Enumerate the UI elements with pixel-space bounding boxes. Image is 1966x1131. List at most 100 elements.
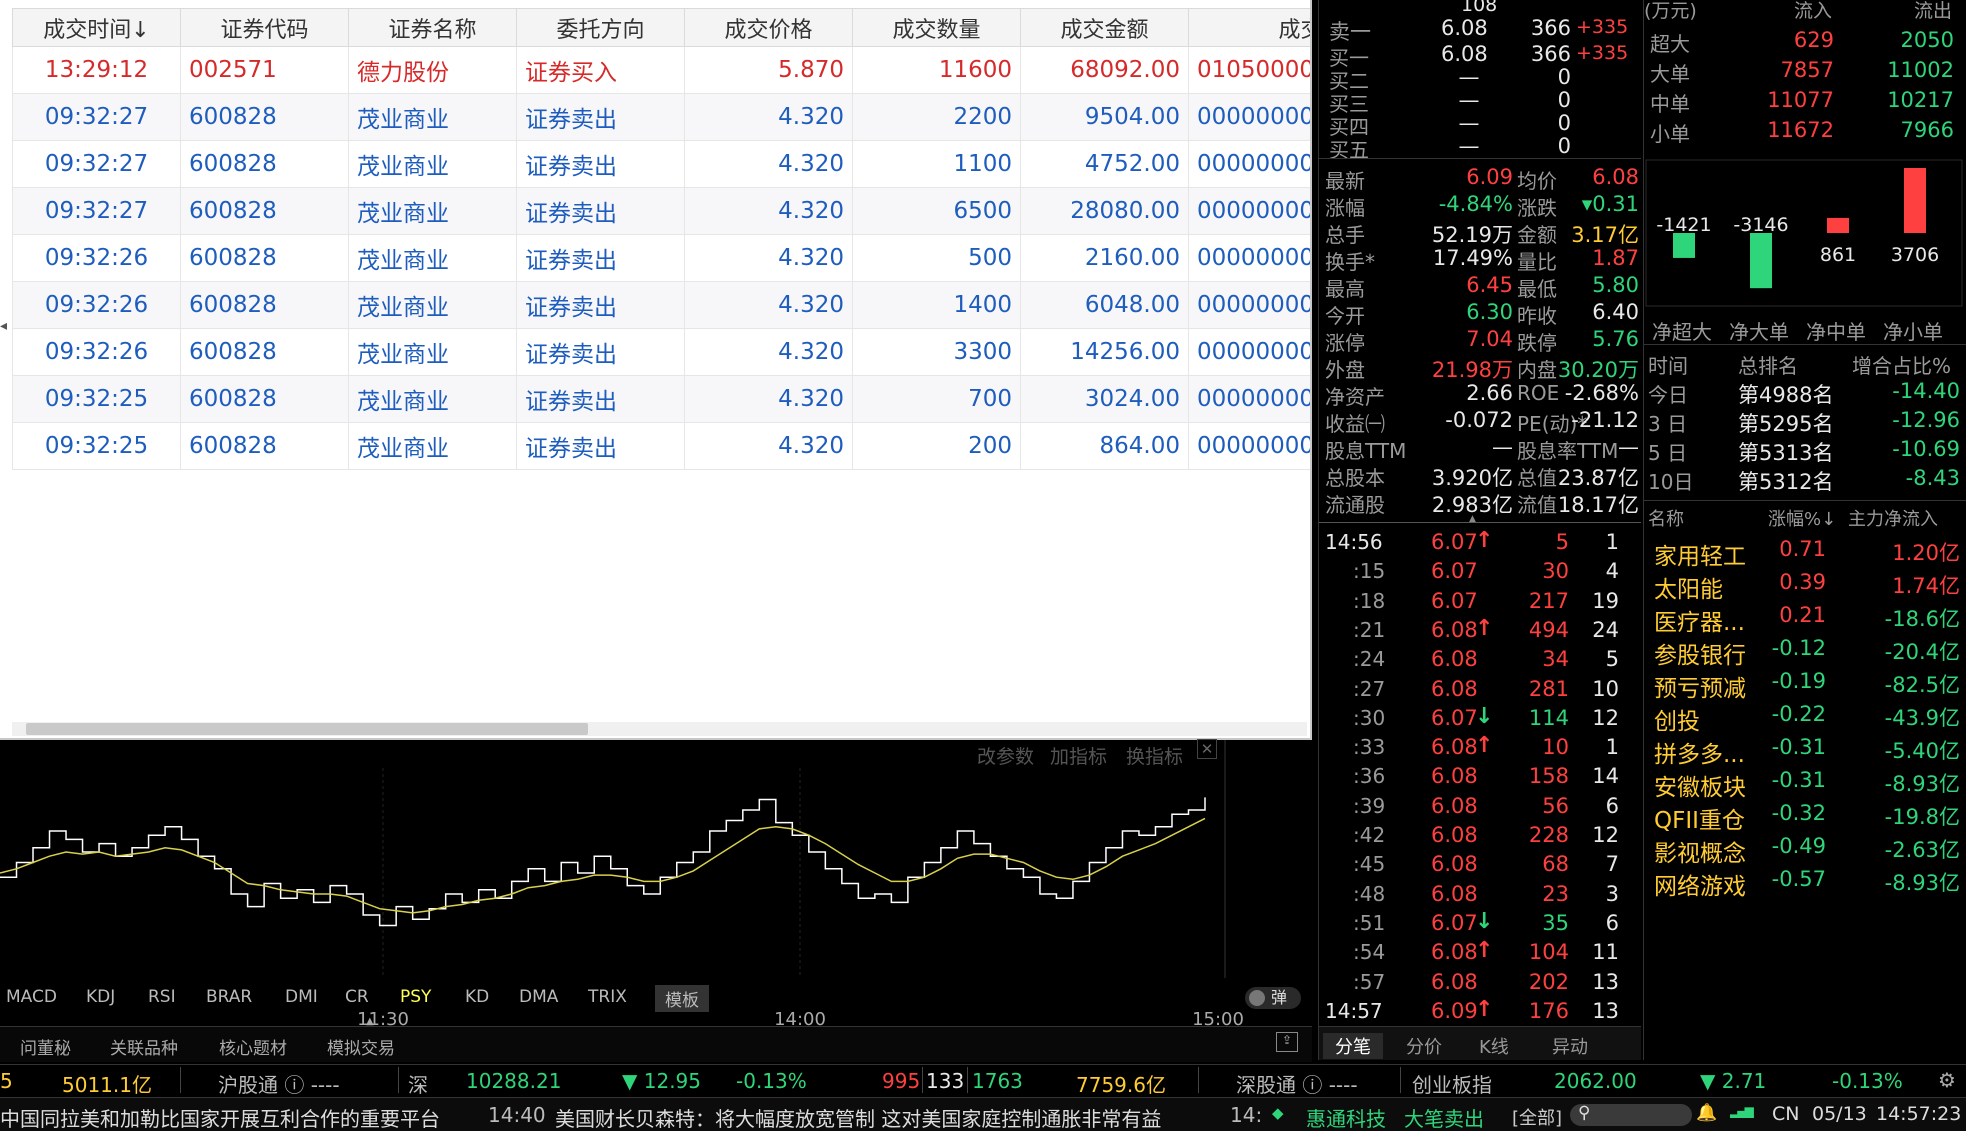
column-header[interactable]: 成交金额 xyxy=(1020,8,1189,47)
sector-name[interactable]: 预亏预减 xyxy=(1654,669,1746,702)
column-header[interactable]: 成交时间↓ xyxy=(12,8,181,47)
add-indicator-button[interactable]: 加指标 xyxy=(1050,742,1107,769)
quote-tab[interactable]: 分价 xyxy=(1406,1033,1442,1059)
cell-id: 00000000 xyxy=(1188,328,1310,376)
filter-select[interactable]: [全部] xyxy=(1512,1104,1562,1130)
tab-dmi[interactable]: DMI xyxy=(285,987,318,1007)
table-row[interactable]: 09:32:26 600828 茂业商业 证券卖出 4.320 500 2160.00 000… xyxy=(12,234,1310,282)
news-item[interactable]: 中国同拉美和加勒比国家开展互利合作的重要平台 xyxy=(0,1103,440,1131)
sector-name[interactable]: 影视概念 xyxy=(1654,834,1746,867)
table-row[interactable]: 09:32:25 600828 茂业商业 证券卖出 4.320 200 864.00 0000… xyxy=(12,422,1310,470)
sector-name[interactable]: 拼多多... xyxy=(1654,735,1745,768)
indicator-tabs: MACD KDJ RSI BRAR DMI CR PSY KD DMA TRIX 模板 弹 xyxy=(0,985,1312,1015)
flow-out-header: 流出 xyxy=(1914,0,1953,22)
cell-time: 09:32:26 xyxy=(12,281,181,329)
tick-price: 6.08 xyxy=(1431,793,1478,818)
sector-change: -0.12 xyxy=(1771,636,1826,660)
export-icon[interactable]: ⇪ xyxy=(1276,1032,1298,1052)
tab-dma[interactable]: DMA xyxy=(519,987,558,1007)
tick-price: 6.08 xyxy=(1431,852,1478,877)
news-item[interactable]: 美国财长贝森特：将大幅度放宽管制 这对美国家庭控制通胀非常有益 xyxy=(555,1103,1161,1131)
sector-name[interactable]: 安徽板块 xyxy=(1654,768,1746,801)
column-header[interactable]: 证券代码 xyxy=(180,8,349,47)
column-header[interactable]: 证券名称 xyxy=(348,8,517,47)
gear-icon[interactable]: ⚙ xyxy=(1938,1068,1956,1092)
tab-kdj[interactable]: KDJ xyxy=(86,987,115,1007)
scrollbar-thumb[interactable] xyxy=(26,723,588,735)
tick-time: :33 xyxy=(1353,735,1386,760)
tick-time: :39 xyxy=(1353,793,1386,818)
net-flow-bar xyxy=(1750,233,1772,289)
table-row[interactable]: 09:32:27 600828 茂业商业 证券卖出 4.320 2200 9504.00 00… xyxy=(12,93,1310,141)
tab-simulated-trading[interactable]: 模拟交易 xyxy=(327,1034,395,1059)
sector-flow: -20.4亿 xyxy=(1884,640,1960,664)
sector-name[interactable]: 参股银行 xyxy=(1654,636,1746,669)
table-row[interactable]: 09:32:26 600828 茂业商业 证券卖出 4.320 3300 14256.00 0… xyxy=(12,328,1310,376)
divider xyxy=(1644,344,1966,345)
tick-volume: 56 xyxy=(1542,793,1569,818)
popup-toggle[interactable]: 弹 xyxy=(1245,987,1301,1009)
divider xyxy=(1319,158,1641,159)
close-icon[interactable]: ✕ xyxy=(1197,739,1217,759)
rank-position: 第4988名 xyxy=(1738,383,1834,407)
tab-cr[interactable]: CR xyxy=(345,987,369,1007)
cell-price: 5.870 xyxy=(684,46,853,94)
tab-brar[interactable]: BRAR xyxy=(206,987,252,1007)
table-row[interactable]: 09:32:25 600828 茂业商业 证券卖出 4.320 700 3024.00 000… xyxy=(12,375,1310,423)
quote-tab[interactable]: 异动 xyxy=(1552,1033,1588,1059)
switch-indicator-button[interactable]: 换指标 xyxy=(1126,742,1183,769)
tab-related-products[interactable]: 关联品种 xyxy=(110,1034,178,1059)
sector-change: -0.22 xyxy=(1771,702,1826,726)
tick-time: :18 xyxy=(1353,588,1386,613)
cell-time: 09:32:26 xyxy=(12,328,181,376)
indicator-panel: 11:30 14:00 15:00 xyxy=(0,740,1312,1070)
stat-value: -21.12 xyxy=(1571,408,1639,432)
ticker-a11: 深股通 ⓘ ---- xyxy=(1236,1073,1358,1097)
change-params-button[interactable]: 改参数 xyxy=(977,742,1034,769)
cell-price: 4.320 xyxy=(684,422,853,470)
tab-kd[interactable]: KD xyxy=(465,987,489,1007)
tab-rsi[interactable]: RSI xyxy=(148,987,176,1007)
cell-name: 茂业商业 xyxy=(348,140,517,188)
bell-icon[interactable]: 🔔 xyxy=(1696,1103,1717,1123)
sector-name[interactable]: 网络游戏 xyxy=(1654,867,1746,900)
cell-qty: 11600 xyxy=(852,46,1021,94)
quote-tab[interactable]: K线 xyxy=(1479,1033,1509,1059)
alert-stock[interactable]: 惠通科技 xyxy=(1306,1103,1386,1131)
column-header[interactable]: 成交数量 xyxy=(852,8,1021,47)
sector-name[interactable]: 家用轻工 xyxy=(1654,537,1746,570)
stat-label: 最新 xyxy=(1325,169,1365,193)
table-row[interactable]: 09:32:26 600828 茂业商业 证券卖出 4.320 1400 6048.00 00… xyxy=(12,281,1310,329)
sector-name[interactable]: 创投 xyxy=(1654,702,1700,735)
column-header[interactable]: 成交价格 xyxy=(684,8,853,47)
ticker-a13: 2062.00 xyxy=(1554,1069,1637,1093)
stat-value: 6.09 xyxy=(1466,165,1513,189)
column-header[interactable]: 委托方向 xyxy=(516,8,685,47)
trade-history-table: 成交时间↓证券代码证券名称委托方向成交价格成交数量成交金额成交 13:29:12… xyxy=(12,8,1310,470)
cell-qty: 1400 xyxy=(852,281,1021,329)
table-row[interactable]: 09:32:27 600828 茂业商业 证券卖出 4.320 1100 4752.00 00… xyxy=(12,140,1310,188)
quote-tab[interactable]: 分笔 xyxy=(1323,1033,1383,1059)
tab-core-topics[interactable]: 核心题材 xyxy=(219,1034,287,1059)
collapse-arrow-icon[interactable]: ◂ xyxy=(0,318,8,348)
tick-price: 6.07 xyxy=(1431,530,1478,554)
table-row[interactable]: 13:29:12 002571 德力股份 证券买入 5.870 11600 68092.00… xyxy=(12,46,1310,94)
sector-name[interactable]: 医疗器... xyxy=(1654,603,1745,636)
cell-price: 4.320 xyxy=(684,93,853,141)
sector-name[interactable]: 太阳能 xyxy=(1654,570,1723,603)
horizontal-scrollbar[interactable] xyxy=(12,722,1307,736)
sector-name[interactable]: QFII重仓 xyxy=(1654,801,1745,834)
expand-arrow-icon[interactable]: ▲ xyxy=(1469,514,1476,524)
stat-label: 涨幅 xyxy=(1325,196,1365,220)
search-input[interactable]: ⚲ xyxy=(1570,1103,1692,1126)
stat-label: 收益㈠ xyxy=(1325,412,1385,436)
cell-code: 600828 xyxy=(180,140,349,188)
column-header[interactable]: 成交 xyxy=(1188,8,1310,47)
tab-trix[interactable]: TRIX xyxy=(588,987,627,1007)
tab-macd[interactable]: MACD xyxy=(6,987,57,1007)
table-row[interactable]: 09:32:27 600828 茂业商业 证券卖出 4.320 6500 28080.00 0… xyxy=(12,187,1310,235)
tab-psy[interactable]: PSY xyxy=(400,987,431,1007)
tab-模板[interactable]: 模板 xyxy=(655,985,709,1012)
sector-change: 0.21 xyxy=(1779,603,1826,627)
tab-ask-secretary[interactable]: 问董秘 xyxy=(20,1034,71,1059)
